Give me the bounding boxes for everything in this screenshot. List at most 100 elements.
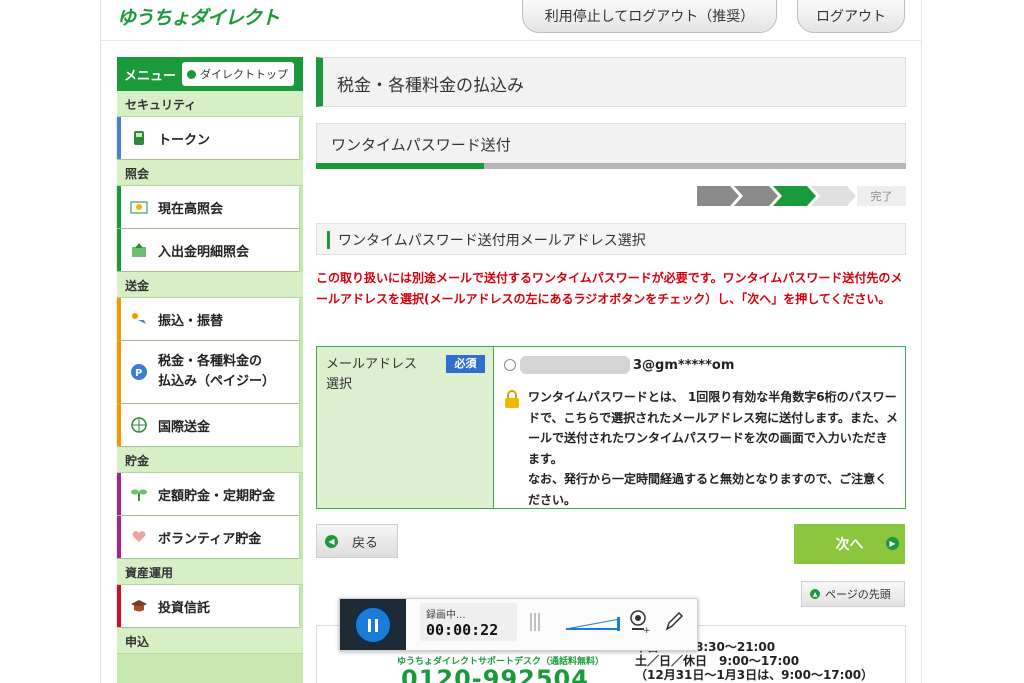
step-chevrons — [697, 186, 856, 206]
direct-top-link[interactable]: ダイレクトトップ — [182, 62, 295, 86]
recording-status: 録画中... — [426, 610, 466, 621]
support-phone: 0120-992504 — [401, 665, 589, 683]
hours-value: 8:30〜21:00 — [695, 640, 776, 654]
arrow-up-icon: ▲ — [810, 589, 820, 599]
email-label-line1: メールアドレス — [326, 357, 418, 372]
webcam-icon[interactable]: + — [628, 609, 650, 635]
pause-button[interactable] — [353, 605, 393, 645]
hours-value: 9:00〜17:00 — [719, 654, 800, 668]
step-progress-fill — [316, 163, 484, 169]
pay-easy-line1: 税金・各種料金の — [158, 354, 263, 369]
email-label-line2: 選択 — [326, 377, 353, 392]
email-select-form: メールアドレス 選択 必須 3@gm*****om ワンタイムパスワードとは、 … — [316, 346, 906, 509]
page-top-label: ページの先頭 — [825, 588, 891, 601]
next-label: 次へ — [835, 537, 864, 553]
otp-info: ワンタイムパスワードとは、 1回限り有効な半角数字6桁のパスワードで、こちらで選… — [504, 387, 905, 510]
email-address: 3@gm*****om — [633, 357, 735, 373]
section-title-text: ワンタイムパスワード送付用メールアドレス選択 — [338, 233, 646, 249]
next-button[interactable]: 次へ ▶ — [794, 524, 905, 564]
sidebar-item-label: 投資信託 — [158, 600, 211, 616]
svg-text:P: P — [135, 368, 142, 379]
required-badge: 必須 — [446, 355, 485, 373]
sidebar-item-fixed-deposit[interactable]: 定額貯金・定期貯金 — [117, 473, 299, 515]
sidebar-item-international[interactable]: 国際送金 — [117, 404, 299, 446]
screen-recorder-toolbar: 録画中... 00:00:22 + — [339, 598, 698, 651]
hours-label: 土／日／休日 — [635, 654, 708, 668]
sidebar-item-volunteer[interactable]: ボランティア貯金 — [117, 516, 299, 558]
pay-easy-icon: P — [130, 363, 148, 381]
arrow-left-icon: ◀ — [325, 534, 338, 548]
section-remit: 送金 — [117, 272, 303, 298]
logout-button[interactable]: ログアウト — [797, 0, 905, 33]
heart-hands-icon — [130, 528, 148, 546]
sidebar-item-label: トークン — [158, 132, 211, 148]
sidebar-item-label: 国際送金 — [158, 419, 211, 435]
recorder-status-panel: 録画中... 00:00:22 — [420, 603, 517, 641]
transfer-icon — [130, 310, 148, 328]
section-security: セキュリティ — [117, 91, 303, 117]
section-apply: 申込 — [117, 628, 303, 654]
token-icon — [130, 129, 148, 147]
hours-value: （12月31日〜1月3日は、9:00〜17:00） — [635, 668, 874, 682]
page: ゆうちょダイレクト 利用停止してログアウト（推奨） ログアウト メニュー ダイレ… — [0, 0, 1024, 683]
step-done-label: 完了 — [857, 186, 906, 206]
svg-text:+: + — [643, 626, 650, 635]
page-top-button[interactable]: ▲ ページの先頭 — [801, 581, 905, 607]
arrow-circle-icon — [187, 69, 197, 79]
hours-row: 土／日／休日 9:00〜17:00 — [635, 654, 873, 668]
instruction-notice: この取り扱いには別途メールで送付するワンタイムパスワードが必要です。ワンタイムパ… — [316, 271, 903, 306]
sidebar-item-label: 定額貯金・定期貯金 — [158, 488, 276, 504]
sidebar-item-label: 入出金明細照会 — [158, 244, 250, 260]
recorder-control-area — [340, 599, 406, 650]
otp-info-line: ワンタイムパスワードとは、 1回限り有効な半角数字6桁のパスワードで、こちらで選… — [528, 390, 898, 466]
volume-slider[interactable] — [530, 611, 620, 635]
sidebar-item-label: 税金・各種料金の 払込み（ペイジー） — [158, 352, 275, 392]
menu-header: メニュー ダイレクトトップ — [117, 57, 303, 91]
sidebar-item-pay-easy[interactable]: P 税金・各種料金の 払込み（ペイジー） — [117, 341, 299, 403]
lock-icon — [504, 387, 520, 510]
section-title-marker — [327, 231, 330, 249]
otp-info-line2: なお、発行から一定時間経過すると無効となりますので、ご注意ください。 — [528, 472, 888, 507]
sidebar-item-label: 現在高照会 — [158, 201, 224, 217]
step-indicator: 完了 — [697, 186, 906, 206]
email-masked-part — [520, 356, 630, 374]
statement-icon — [130, 241, 148, 259]
header-divider — [100, 40, 922, 41]
sidebar-item-transfer[interactable]: 振込・振替 — [117, 298, 299, 340]
otp-info-text: ワンタイムパスワードとは、 1回限り有効な半角数字6桁のパスワードで、こちらで選… — [528, 387, 898, 510]
sidebar-menu: メニュー ダイレクトトップ セキュリティ トークン 照会 現在高照会 入出金明細… — [117, 57, 303, 683]
sidebar-item-label: 振込・振替 — [158, 313, 224, 329]
hours-row: （12月31日〜1月3日は、9:00〜17:00） — [635, 668, 873, 682]
section-savings: 貯金 — [117, 447, 303, 473]
globe-icon — [130, 416, 148, 434]
sidebar-item-statement[interactable]: 入出金明細照会 — [117, 229, 299, 271]
sprout-icon — [130, 485, 148, 503]
direct-top-label: ダイレクトトップ — [200, 68, 289, 81]
pay-easy-line2: 払込み（ペイジー） — [158, 374, 276, 389]
email-label-cell: メールアドレス 選択 必須 — [317, 347, 494, 508]
section-inquiry: 照会 — [117, 160, 303, 186]
sidebar-item-fund[interactable]: 投資信託 — [117, 585, 299, 627]
pen-icon[interactable] — [664, 610, 684, 632]
step-progress-bar — [316, 163, 906, 169]
email-option[interactable]: 3@gm*****om — [504, 355, 905, 375]
sidebar-item-token[interactable]: トークン — [117, 117, 299, 159]
menu-title: メニュー — [124, 68, 177, 84]
sidebar-item-label: ボランティア貯金 — [158, 531, 262, 547]
sidebar-item-balance[interactable]: 現在高照会 — [117, 186, 299, 228]
section-title: ワンタイムパスワード送付用メールアドレス選択 — [316, 223, 906, 255]
pause-icon-bar — [375, 618, 378, 632]
recording-time: 00:00:22 — [426, 621, 499, 639]
arrow-right-icon: ▶ — [886, 537, 899, 550]
back-label: 戻る — [352, 535, 379, 551]
section-assets: 資産運用 — [117, 559, 303, 585]
email-option-cell: 3@gm*****om ワンタイムパスワードとは、 1回限り有効な半角数字6桁の… — [494, 347, 905, 508]
graduation-cap-icon — [130, 597, 148, 615]
email-radio[interactable] — [504, 359, 516, 371]
stop-and-logout-button[interactable]: 利用停止してログアウト（推奨） — [522, 0, 777, 33]
pause-icon — [368, 618, 371, 632]
balance-icon — [130, 198, 148, 216]
back-button[interactable]: ◀ 戻る — [316, 524, 398, 558]
page-title: 税金・各種料金の払込み — [316, 57, 906, 107]
site-logo[interactable]: ゆうちょダイレクト — [117, 3, 280, 30]
